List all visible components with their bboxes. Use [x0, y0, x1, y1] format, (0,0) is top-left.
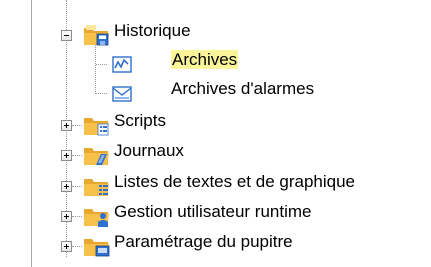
expand-toggle[interactable]: [61, 181, 72, 192]
archive-chart-icon: [112, 56, 132, 73]
collapse-toggle[interactable]: [61, 30, 72, 41]
tree-line: [96, 64, 107, 65]
expand-toggle[interactable]: [61, 120, 72, 131]
panel-settings-folder-icon: [84, 239, 110, 257]
tree-item-label: Gestion utilisateur runtime: [114, 202, 312, 221]
tree-item-parametrage-pupitre[interactable]: Paramétrage du pupitre: [60, 232, 380, 259]
tree-item-label: Archives d'alarmes: [171, 79, 315, 98]
pane-separator: [31, 0, 32, 267]
tree-item-scripts[interactable]: Scripts: [60, 111, 260, 138]
project-tree: Historique Archives Archives d'alarmes S…: [0, 0, 431, 267]
tree-item-label: Listes de textes et de graphique: [114, 172, 355, 191]
expand-toggle[interactable]: [61, 241, 72, 252]
tree-item-label: Historique: [114, 21, 191, 40]
history-folder-icon: [84, 25, 109, 46]
tree-item-archives-d-alarmes[interactable]: Archives d'alarmes: [107, 79, 387, 106]
tree-item-gestion-utilisateur-runtime[interactable]: Gestion utilisateur runtime: [60, 202, 400, 229]
tree-line: [95, 42, 96, 94]
tree-item-archives[interactable]: Archives: [107, 50, 257, 77]
tree-item-historique[interactable]: Historique: [60, 21, 260, 48]
tree-item-journaux[interactable]: Journaux: [60, 141, 260, 168]
tree-item-label: Paramétrage du pupitre: [114, 232, 293, 251]
tree-item-listes-textes-graphiques[interactable]: Listes de textes et de graphique: [60, 172, 431, 199]
user-management-folder-icon: [84, 209, 109, 227]
scripts-folder-icon: [84, 118, 109, 136]
text-graphic-lists-folder-icon: [84, 179, 109, 196]
tree-line: [96, 93, 107, 94]
tree-item-label: Archives: [171, 50, 239, 69]
alarm-archive-icon: [112, 86, 132, 102]
logs-folder-icon: [84, 148, 109, 165]
expand-toggle[interactable]: [61, 211, 72, 222]
tree-item-label: Scripts: [114, 111, 166, 130]
tree-item-label: Journaux: [114, 141, 184, 160]
expand-toggle[interactable]: [61, 150, 72, 161]
